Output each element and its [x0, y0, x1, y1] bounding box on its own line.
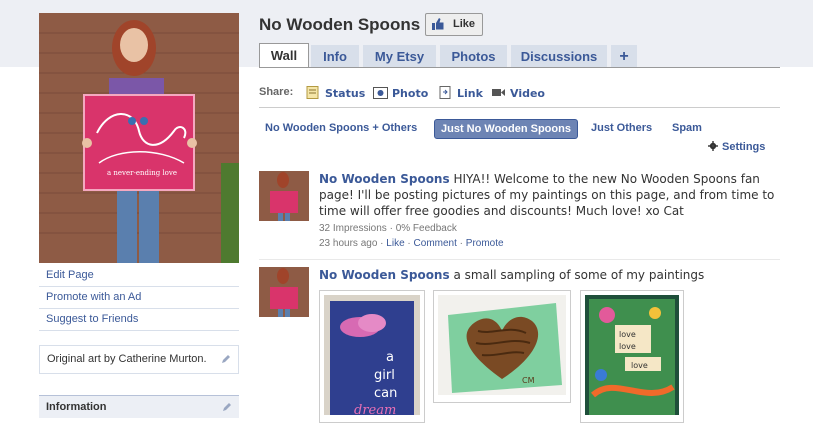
- meta-separator: ·: [404, 238, 414, 249]
- tab-wall[interactable]: Wall: [259, 43, 309, 68]
- post-body: No Wooden Spoons a small sampling of som…: [319, 267, 779, 283]
- painting-photo[interactable]: a girl can dream: [319, 290, 425, 423]
- comment-link[interactable]: Comment: [414, 238, 457, 249]
- post-author-link[interactable]: No Wooden Spoons: [319, 268, 450, 282]
- share-photo-label: Photo: [392, 87, 429, 100]
- status-icon: [306, 86, 319, 99]
- meta-separator: ·: [377, 238, 387, 249]
- painting-text: girl: [374, 368, 395, 383]
- settings-label: Settings: [722, 141, 766, 153]
- share-photo-button[interactable]: Photo: [373, 86, 428, 100]
- post-body: No Wooden Spoons HIYA!! Welcome to the n…: [319, 171, 779, 251]
- page-title: No Wooden Spoons: [259, 15, 421, 34]
- gear-icon: [708, 141, 718, 151]
- profile-photo[interactable]: a never-ending love: [39, 13, 239, 263]
- link-icon: [439, 86, 451, 99]
- photo-canvas-text: a never-ending love: [107, 169, 177, 177]
- edit-pencil-icon[interactable]: [221, 401, 233, 413]
- information-section-header: Information: [39, 395, 239, 418]
- share-status-button[interactable]: Status: [306, 86, 365, 100]
- tab-my-etsy[interactable]: My Etsy: [363, 45, 436, 68]
- post-separator: [259, 259, 780, 260]
- post-actions: 23 hours ago · Like · Comment · Promote: [319, 236, 779, 251]
- share-video-label: Video: [510, 87, 545, 100]
- edit-pencil-icon[interactable]: [220, 353, 232, 365]
- promote-link[interactable]: Promote: [466, 238, 504, 249]
- like-label: Like: [453, 18, 476, 30]
- post-text: a small sampling of some of my paintings: [449, 268, 705, 282]
- photo-icon: [373, 87, 388, 99]
- information-heading: Information: [46, 401, 107, 413]
- sidebar-links: Edit Page Promote with an Ad Suggest to …: [39, 265, 239, 331]
- filter-just-others[interactable]: Just Others: [591, 119, 652, 137]
- tab-photos[interactable]: Photos: [440, 45, 507, 68]
- share-video-button[interactable]: Video: [491, 86, 545, 100]
- share-divider: [259, 107, 780, 108]
- post-stats: 32 Impressions · 0% Feedback: [319, 223, 457, 234]
- painting-text: love: [619, 330, 636, 339]
- bio-box: Original art by Catherine Murton.: [39, 345, 239, 374]
- painting-text: love: [619, 342, 636, 351]
- share-status-label: Status: [325, 87, 366, 100]
- like-post-link[interactable]: Like: [386, 238, 404, 249]
- bio-text: Original art by Catherine Murton.: [47, 353, 207, 365]
- edit-page-link[interactable]: Edit Page: [39, 265, 239, 287]
- add-tab-button[interactable]: +: [611, 45, 637, 68]
- share-label: Share:: [259, 86, 294, 98]
- settings-link[interactable]: Settings: [708, 141, 765, 153]
- thumbs-up-icon: [432, 18, 444, 30]
- post-avatar[interactable]: [259, 267, 309, 317]
- video-icon: [492, 89, 505, 96]
- tab-info[interactable]: Info: [311, 45, 359, 68]
- painting-text: a: [386, 350, 394, 365]
- share-link-label: Link: [457, 87, 483, 100]
- painting-photo[interactable]: CM: [433, 290, 571, 403]
- painting-text: can: [374, 386, 397, 401]
- post-timestamp: 23 hours ago: [319, 238, 378, 249]
- like-button[interactable]: Like: [425, 13, 483, 36]
- filter-page-and-others[interactable]: No Wooden Spoons + Others: [265, 119, 417, 137]
- painting-text: love: [631, 361, 648, 370]
- promote-ad-link[interactable]: Promote with an Ad: [39, 287, 239, 309]
- tab-discussions[interactable]: Discussions: [511, 45, 607, 68]
- painting-text: dream: [354, 403, 396, 415]
- meta-separator: ·: [456, 238, 466, 249]
- filter-just-page[interactable]: Just No Wooden Spoons: [434, 119, 578, 139]
- suggest-friends-link[interactable]: Suggest to Friends: [39, 309, 239, 331]
- post-avatar[interactable]: [259, 171, 309, 221]
- share-link-button[interactable]: Link: [438, 86, 483, 100]
- tab-divider: [259, 67, 780, 68]
- filter-spam[interactable]: Spam: [672, 119, 702, 137]
- painting-signature: CM: [522, 376, 535, 385]
- painting-photo[interactable]: love love love: [580, 290, 684, 423]
- post-author-link[interactable]: No Wooden Spoons: [319, 172, 450, 186]
